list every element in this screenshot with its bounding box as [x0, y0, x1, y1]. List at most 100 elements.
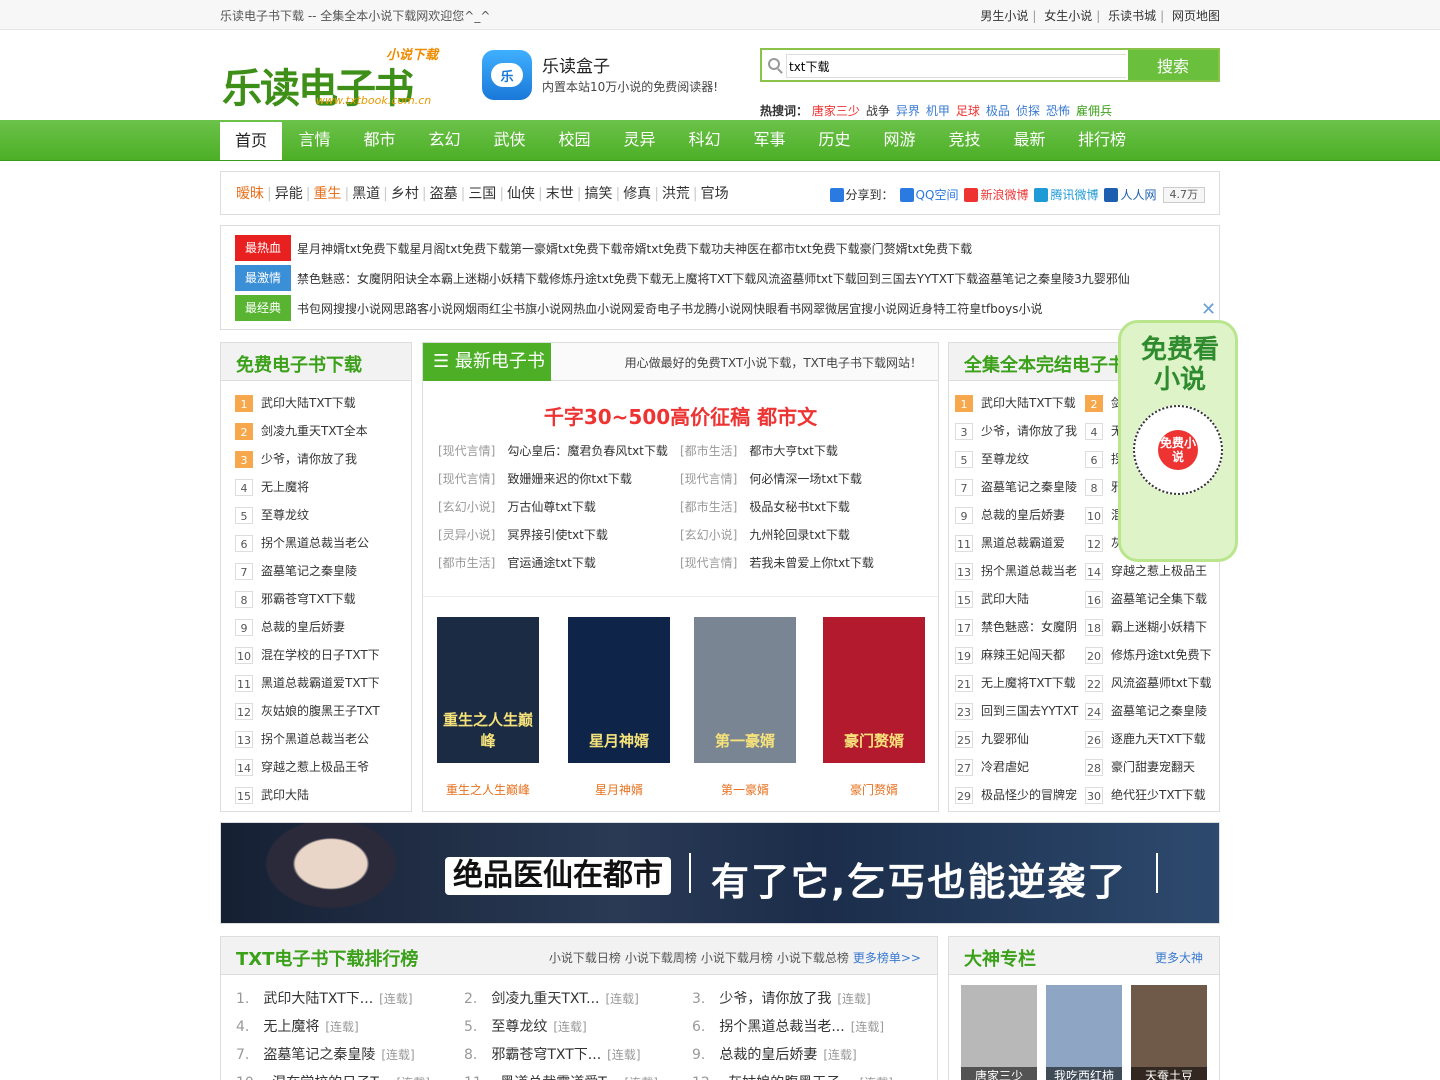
recommend-link[interactable]: 豪门赘婿txt免费下载 — [860, 240, 973, 257]
ranking-item[interactable]: 10.混在学校的日子T...[连载] — [236, 1069, 430, 1080]
list-item[interactable]: 5 至尊龙纹 — [235, 501, 411, 529]
book-cover[interactable]: 重生之人生巅峰 重生之人生巅峰 — [437, 617, 539, 798]
recommend-link[interactable]: tfboys小说 — [981, 300, 1042, 317]
nav-item-11[interactable]: 竞技 — [932, 120, 997, 160]
list-item[interactable]: 9 总裁的皇后娇妻 — [955, 501, 1083, 529]
list-item[interactable]: 1 武印大陆TXT下载 — [955, 389, 1083, 417]
hot-word[interactable]: 恐怖 — [1046, 104, 1070, 118]
list-item[interactable]: [都市生活] 官运通途txt下载 — [438, 549, 596, 577]
list-item[interactable]: 14 穿越之惹上极品王爷 — [235, 753, 411, 781]
recommend-link[interactable]: 霸上迷糊小妖精下载 — [441, 270, 549, 287]
nav-item-3[interactable]: 玄幻 — [412, 120, 477, 160]
hot-word[interactable]: 足球 — [956, 104, 980, 118]
list-item[interactable]: 16 盗墓笔记全集下载 — [1085, 585, 1213, 613]
ranking-link[interactable]: 小说下载日榜 — [549, 951, 621, 965]
tag-link[interactable]: 官场 — [701, 186, 729, 202]
list-item[interactable]: 22 风流盗墓师txt下载 — [1085, 669, 1213, 697]
list-item[interactable]: 11 黑道总裁霸道爱TXT下 — [235, 669, 411, 697]
list-item[interactable]: 12 灰姑娘的腹黑王子TXT — [235, 697, 411, 725]
recommend-link[interactable]: 功夫神医在都市txt免费下载 — [711, 240, 860, 257]
share-link[interactable]: QQ空间 — [916, 186, 959, 203]
book-cover[interactable]: 豪门赘婿 豪门赘婿 — [823, 617, 925, 798]
share-icon[interactable] — [1034, 187, 1049, 202]
list-item[interactable]: [都市生活] 都市大亨txt下载 — [680, 437, 838, 465]
tag-link[interactable]: 黑道 — [352, 186, 380, 202]
list-item[interactable]: [现代言情] 勾心皇后：魔君负春风txt下载 — [438, 437, 668, 465]
list-item[interactable]: 23 回到三国去YYTXT — [955, 697, 1083, 725]
nav-item-4[interactable]: 武侠 — [477, 120, 542, 160]
list-item[interactable]: 21 无上魔将TXT下载 — [955, 669, 1083, 697]
author-card[interactable]: 唐家三少 — [961, 985, 1037, 1080]
tag-link[interactable]: 异能 — [275, 186, 303, 202]
share-plus-icon[interactable] — [829, 187, 844, 202]
recommend-link[interactable]: 书包网 — [297, 300, 333, 317]
share-link[interactable]: 人人网 — [1120, 186, 1156, 203]
nav-item-10[interactable]: 网游 — [867, 120, 932, 160]
tag-link[interactable]: 三国 — [468, 186, 496, 202]
app-promo[interactable]: 乐 乐读盒子 内置本站10万小说的免费阅读器! — [480, 48, 730, 104]
list-item[interactable]: 3 少爷，请你放了我 — [235, 445, 411, 473]
nav-item-6[interactable]: 灵异 — [607, 120, 672, 160]
hot-word[interactable]: 异界 — [896, 104, 920, 118]
nav-item-2[interactable]: 都市 — [347, 120, 412, 160]
search-button[interactable]: 搜索 — [1128, 50, 1218, 80]
top-link-sitemap[interactable]: 网页地图 — [1172, 9, 1220, 23]
list-item[interactable]: 9 总裁的皇后娇妻 — [235, 613, 411, 641]
list-item[interactable]: [灵异小说] 冥界接引使txt下载 — [438, 521, 608, 549]
list-item[interactable]: [玄幻小说] 九州轮回录txt下载 — [680, 521, 850, 549]
recommend-link[interactable]: 星月神婿txt免费下载 — [297, 240, 410, 257]
more-ranking-link[interactable]: 更多榜单>> — [853, 951, 921, 965]
hot-word[interactable]: 战争 — [866, 104, 890, 118]
book-cover[interactable]: 第一豪婿 第一豪婿 — [694, 617, 796, 798]
hot-word[interactable]: 雇佣兵 — [1076, 104, 1112, 118]
recommend-link[interactable]: 九婴邪仙 — [1082, 270, 1130, 287]
tag-link[interactable]: 仙侠 — [507, 186, 535, 202]
hot-word[interactable]: 极品 — [986, 104, 1010, 118]
list-item[interactable]: 11 黑道总裁霸道爱 — [955, 529, 1083, 557]
share-link[interactable]: 新浪微博 — [980, 186, 1028, 203]
list-item[interactable]: 28 豪门甜妻宠翻天 — [1085, 753, 1213, 781]
hot-word[interactable]: 机甲 — [926, 104, 950, 118]
nav-item-12[interactable]: 最新 — [997, 120, 1062, 160]
tag-link[interactable]: 乡村 — [391, 186, 419, 202]
list-item[interactable]: 29 极品怪少的冒牌宠 — [955, 781, 1083, 809]
more-authors-link[interactable]: 更多大神 — [1155, 949, 1203, 966]
recommend-link[interactable]: 无上魔将TXT下载 — [662, 270, 757, 287]
nav-item-5[interactable]: 校园 — [542, 120, 607, 160]
list-item[interactable]: 7 盗墓笔记之秦皇陵 — [235, 557, 411, 585]
search-input[interactable] — [786, 54, 1126, 78]
recommend-link[interactable]: 龙腾小说网 — [693, 300, 753, 317]
tag-link[interactable]: 末世 — [546, 186, 574, 202]
recommend-link[interactable]: 符皇 — [957, 300, 981, 317]
list-item[interactable]: 30 绝代狂少TXT下载 — [1085, 781, 1213, 809]
list-item[interactable]: 10 混在学校的日子TXT下 — [235, 641, 411, 669]
ranking-item[interactable]: 5. 至尊龙纹 [连载] — [464, 1013, 587, 1041]
recommend-link[interactable]: 近身特工 — [909, 300, 957, 317]
hot-word[interactable]: 唐家三少 — [812, 104, 860, 118]
qr-ad[interactable]: 免费看小说 免费小说 — [1118, 320, 1238, 562]
top-link-bookstore[interactable]: 乐读书城 — [1108, 9, 1156, 23]
recommend-link[interactable]: 盗墓笔记之秦皇陵3 — [978, 270, 1082, 287]
ranking-item[interactable]: 2. 剑凌九重天TXT... [连载] — [464, 985, 639, 1013]
ranking-item[interactable]: 4. 无上魔将 [连载] — [236, 1013, 359, 1041]
ranking-item[interactable]: 11.黑道总裁霸道爱T...[连载] — [464, 1069, 658, 1080]
ranking-link[interactable]: 小说下载总榜 — [777, 951, 849, 965]
author-card[interactable]: 我吃西红柿 — [1046, 985, 1122, 1080]
nav-item-13[interactable]: 排行榜 — [1062, 120, 1142, 160]
ranking-item[interactable]: 12.灰姑娘的腹黑王子...[连载] — [692, 1069, 893, 1080]
ranking-item[interactable]: 9. 总裁的皇后娇妻 [连载] — [692, 1041, 857, 1069]
list-item[interactable]: 7 盗墓笔记之秦皇陵 — [955, 473, 1083, 501]
list-item[interactable]: 19 麻辣王妃闯天都 — [955, 641, 1083, 669]
list-item[interactable]: 5 至尊龙纹 — [955, 445, 1083, 473]
recommend-link[interactable]: 宜搜小说网 — [849, 300, 909, 317]
latest-ebook-tab[interactable]: ☰ 最新电子书 — [423, 343, 551, 381]
recommend-link[interactable]: 禁色魅惑：女魔阴阳诀全本 — [297, 270, 441, 287]
list-item[interactable]: [现代言情] 致姗姗来迟的你txt下载 — [438, 465, 632, 493]
tag-link[interactable]: 暧昧 — [236, 186, 264, 202]
list-item[interactable]: 17 禁色魅惑：女魔阴 — [955, 613, 1083, 641]
share-icon[interactable] — [899, 187, 914, 202]
list-item[interactable]: 26 逐鹿九天TXT下载 — [1085, 725, 1213, 753]
nav-item-8[interactable]: 军事 — [737, 120, 802, 160]
nav-item-9[interactable]: 历史 — [802, 120, 867, 160]
top-link-female[interactable]: 女生小说 — [1044, 9, 1092, 23]
